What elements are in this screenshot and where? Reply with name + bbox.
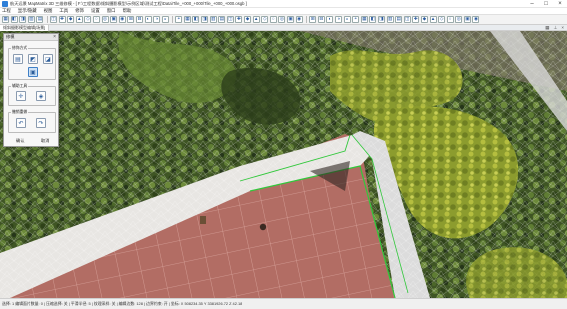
app-logo-icon <box>2 0 8 7</box>
light-icon[interactable]: ◒ <box>161 16 169 23</box>
top-view-icon[interactable]: ◧ <box>369 16 377 23</box>
flatten-icon[interactable]: ◓ <box>175 16 183 23</box>
menu-item-7[interactable]: 帮助 <box>123 8 132 14</box>
scale-icon[interactable]: ◇ <box>84 16 92 23</box>
bridge-mode-icon[interactable]: ◩ <box>28 54 38 64</box>
cut-mode-icon[interactable]: ◪ <box>43 54 53 64</box>
merge-icon[interactable]: ◎ <box>278 16 286 23</box>
solid-icon[interactable]: ◐ <box>326 16 334 23</box>
side-view-icon[interactable]: ▥ <box>386 16 394 23</box>
maximize-icon[interactable]: □ <box>539 0 553 8</box>
measure-icon[interactable]: ○ <box>92 16 100 23</box>
grid-icon[interactable]: ⊟ <box>135 16 143 23</box>
move-icon[interactable]: ◆ <box>67 16 75 23</box>
pick-point-icon[interactable]: ✛ <box>16 91 26 101</box>
group-label: 撤销重做 <box>11 110 29 115</box>
undo-icon[interactable]: ↶ <box>16 118 26 128</box>
document-tab[interactable]: 倾斜摄影模型编辑[场景] <box>0 24 50 31</box>
triangle-icon[interactable]: ◫ <box>226 16 234 23</box>
tool-a-icon[interactable]: ◎ <box>455 16 463 23</box>
toolbar-separator <box>172 16 174 23</box>
confirm-button[interactable]: 确认 <box>16 138 24 144</box>
zoom-in-icon[interactable]: ◎ <box>101 16 109 23</box>
panel-title: 修模 <box>6 34 15 39</box>
model-scene[interactable] <box>0 31 567 298</box>
mesh-icon[interactable]: ✚ <box>235 16 243 23</box>
snap-icon[interactable]: ◓ <box>352 16 360 23</box>
wireframe-icon[interactable]: ⊟ <box>317 16 325 23</box>
face-icon[interactable]: ◇ <box>261 16 269 23</box>
new-icon[interactable]: ▦ <box>2 16 9 23</box>
status-bar: 选择: 1 编辑面片数量: 0 | 压缩选择: 关 | 平滑半径: 5 | 纹理… <box>0 298 567 309</box>
menu-item-2[interactable]: 视图 <box>44 8 53 14</box>
menu-bar: 工程 显示/隐藏 视图 工具 修饰 设置 窗口 帮助 <box>0 8 567 15</box>
close-icon[interactable]: × <box>53 34 56 40</box>
home-icon[interactable]: ◫ <box>403 16 411 23</box>
group-label: 辅助工具 <box>11 84 29 89</box>
ortho-icon[interactable]: ▦ <box>360 16 368 23</box>
tool-c-icon[interactable]: ◉ <box>472 16 480 23</box>
close-icon[interactable]: × <box>553 0 567 8</box>
redo-icon[interactable]: ↷ <box>36 118 46 128</box>
texture-sample-icon[interactable]: ◈ <box>36 91 46 101</box>
menu-item-6[interactable]: 窗口 <box>107 8 116 14</box>
front-view-icon[interactable]: ◨ <box>377 16 385 23</box>
open-icon[interactable]: ◧ <box>10 16 18 23</box>
select-icon[interactable]: ◫ <box>49 16 57 23</box>
export-icon[interactable]: ◉ <box>295 16 303 23</box>
save-as-icon[interactable]: ▥ <box>27 16 35 23</box>
fill-icon[interactable]: ◧ <box>192 16 200 23</box>
undo-icon[interactable]: ▤ <box>36 16 44 23</box>
cancel-button[interactable]: 取消 <box>41 138 49 144</box>
edge-icon[interactable]: ▲ <box>252 16 260 23</box>
refresh-icon[interactable]: ✚ <box>412 16 420 23</box>
window-title: 航天远景 MapMatrix 3D 三维修模 - [ F:\工程数据\倾斜摄影模… <box>10 0 247 6</box>
zoom-out-icon[interactable]: ▣ <box>110 16 118 23</box>
delete-icon[interactable]: ○ <box>269 16 277 23</box>
minimize-icon[interactable]: – <box>525 0 539 8</box>
flatten-mode-icon[interactable]: ▤ <box>13 54 23 64</box>
edit-panel: 修模 × 修饰方式 ▤ ◩ ◪ ▣ 辅助工具 ✛ ◈ 撤销重做 ↶ ↷ 确认 取… <box>3 33 59 147</box>
toolbar-separator <box>46 16 48 23</box>
screenshot-icon[interactable]: ▲ <box>429 16 437 23</box>
rotate-icon[interactable]: ▲ <box>75 16 83 23</box>
box-select-icon[interactable]: ✚ <box>58 16 66 23</box>
toolbar-separator <box>306 16 308 23</box>
status-text: 选择: 1 编辑面片数量: 0 | 压缩选择: 关 | 平滑半径: 5 | 纹理… <box>2 301 243 306</box>
info-icon[interactable]: ◇ <box>438 16 446 23</box>
vertex-icon[interactable]: ◆ <box>244 16 252 23</box>
shade-icon[interactable]: ◑ <box>334 16 342 23</box>
layers-icon[interactable]: ◐ <box>144 16 152 23</box>
group-label: 修饰方式 <box>11 46 29 51</box>
3d-viewport[interactable] <box>0 31 567 298</box>
menu-item-0[interactable]: 工程 <box>2 8 11 14</box>
brush-icon[interactable]: ▥ <box>209 16 217 23</box>
panel-header[interactable]: 修模 × <box>4 34 58 41</box>
fit-icon[interactable]: ◉ <box>118 16 126 23</box>
texture-icon[interactable]: ◨ <box>201 16 209 23</box>
axis-icon[interactable]: ◒ <box>343 16 351 23</box>
save-icon[interactable]: ◨ <box>19 16 27 23</box>
smooth-icon[interactable]: ▤ <box>218 16 226 23</box>
pan-icon[interactable]: ⊞ <box>127 16 135 23</box>
help-icon[interactable]: ○ <box>446 16 454 23</box>
render-icon[interactable]: ⊞ <box>309 16 317 23</box>
camera-icon[interactable]: ◑ <box>153 16 161 23</box>
perspective-icon[interactable]: ▤ <box>395 16 403 23</box>
split-icon[interactable]: ▣ <box>287 16 294 23</box>
settings-icon[interactable]: ◆ <box>420 16 428 23</box>
menu-item-4[interactable]: 修饰 <box>75 8 84 14</box>
menu-item-3[interactable]: 工具 <box>59 8 68 14</box>
main-toolbar: ▦ ◧ ◨ ▥ ▤ ◫ ✚ ◆ ▲ ◇ ○ ◎ ▣ ◉ ⊞ ⊟ ◐ ◑ ◒ ◓ ▦ ◧ ◨ ▥ ▤ ◫ ✚ ◆ ▲ ◇ ○ ◎ ▣ ◉ ⊞ ⊟ ◐ ◑ ◒ ◓… <box>0 15 567 25</box>
fill-mode-icon[interactable]: ▣ <box>28 67 38 77</box>
tool-b-icon[interactable]: ▣ <box>463 16 471 23</box>
menu-item-1[interactable]: 显示/隐藏 <box>18 8 37 14</box>
menu-item-5[interactable]: 设置 <box>91 8 100 14</box>
title-bar: 航天远景 MapMatrix 3D 三维修模 - [ F:\工程数据\倾斜摄影模… <box>0 0 567 8</box>
cut-icon[interactable]: ▦ <box>183 16 191 23</box>
